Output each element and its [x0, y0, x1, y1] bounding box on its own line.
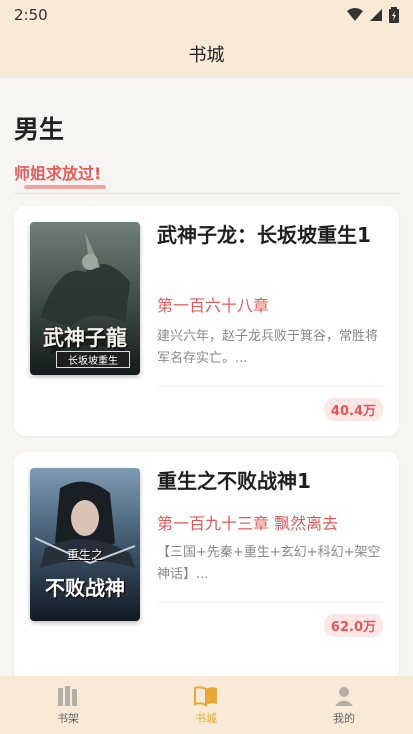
latest-chapter: 第一百六十八章: [157, 296, 270, 315]
profile-icon: [335, 686, 353, 706]
card-divider: [157, 602, 385, 603]
subtab-underline: [24, 185, 106, 189]
cover-title: 不败战神: [45, 576, 125, 600]
book-title[interactable]: 重生之不败战神1: [157, 466, 387, 497]
latest-chapter: 第一百九十三章 飘然离去: [157, 514, 339, 533]
tab-profile[interactable]: 我的: [304, 676, 384, 734]
tab-label: 书城: [195, 711, 217, 725]
tab-label: 我的: [333, 711, 355, 725]
subtab-active[interactable]: 师姐求放过!: [14, 160, 101, 184]
open-book-icon: [194, 685, 217, 707]
cover-subtitle: 长坂坡重生: [56, 351, 130, 368]
word-count-badge: 40.4万: [323, 398, 383, 421]
section-divider: [14, 193, 399, 194]
top-header: 书城: [0, 30, 413, 78]
bottom-tab-bar: 书架 书城 我的: [0, 676, 413, 734]
book-card[interactable]: [14, 668, 399, 676]
status-bar: 2:50: [0, 0, 413, 30]
tab-bookshelf[interactable]: 书架: [28, 676, 108, 734]
cover-subtitle: 重生之: [66, 548, 103, 562]
tab-bookstore[interactable]: 书城: [166, 676, 246, 734]
book-title[interactable]: 武神子龙：长坂坡重生1: [157, 220, 387, 251]
wifi-icon: [347, 8, 363, 21]
book-card[interactable]: 重生之 不败战神 重生之不败战神1 第一百九十三章 飘然离去 【三国+先秦+重生…: [14, 452, 399, 676]
card-divider: [157, 386, 385, 387]
book-cover[interactable]: 重生之 不败战神: [30, 468, 140, 621]
tab-label: 书架: [57, 711, 79, 725]
section-title: 男生: [14, 115, 65, 144]
system-icons: [347, 7, 399, 23]
book-description: 建兴六年，赵子龙兵败于箕谷，常胜将军名存实亡。...: [157, 329, 379, 366]
bookshelf-icon: [58, 685, 77, 706]
signal-icon: [370, 9, 382, 21]
word-count-badge: 62.0万: [323, 614, 383, 637]
main-content[interactable]: 男生 师姐求放过! 武神子龍 长坂坡重生 武神子龙：长坂坡重生1 第一百六十八章…: [0, 78, 413, 676]
cover-title: 武神子龍: [43, 325, 127, 350]
book-card[interactable]: 武神子龍 长坂坡重生 武神子龙：长坂坡重生1 第一百六十八章 建兴六年，赵子龙兵…: [14, 206, 399, 436]
book-cover[interactable]: 武神子龍 长坂坡重生: [30, 222, 140, 375]
status-time: 2:50: [14, 6, 48, 24]
page-title: 书城: [188, 45, 225, 66]
book-description: 【三国+先秦+重生+玄幻+科幻+架空神话】...: [157, 545, 381, 582]
battery-icon: [389, 7, 399, 23]
